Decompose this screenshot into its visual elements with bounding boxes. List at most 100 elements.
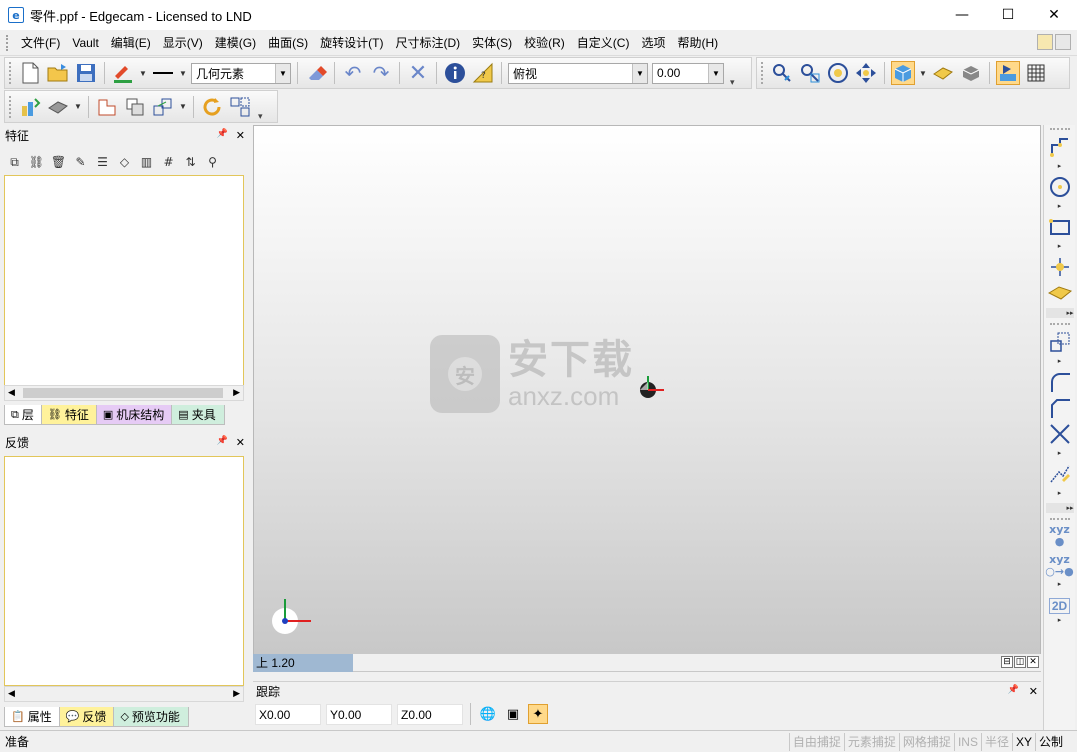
eraser-icon[interactable] <box>304 61 328 85</box>
feedback-list[interactable] <box>4 456 244 686</box>
y-coordinate-field[interactable]: Y0.00 <box>326 703 392 725</box>
close-view-icon[interactable]: ✕ <box>1027 656 1039 668</box>
pin-icon[interactable]: 📌 <box>217 129 228 142</box>
z-coordinate-field[interactable]: Z0.00 <box>397 703 463 725</box>
xyz-input-icon[interactable]: xyz ● <box>1049 524 1070 548</box>
undo-icon[interactable]: ↶ <box>341 61 365 85</box>
menu-customize[interactable]: 自定义(C) <box>571 30 636 56</box>
stack-icon[interactable]: ☰ <box>94 153 111 171</box>
color-dropdown-icon[interactable]: ▼ <box>139 69 147 78</box>
toolbar-grip[interactable] <box>9 62 12 84</box>
menu-rotate-design[interactable]: 旋转设计(T) <box>314 30 389 56</box>
scale-tool-dropdown-icon[interactable]: ▸ <box>1058 355 1062 369</box>
stock-dropdown-icon[interactable]: ▼ <box>74 102 82 111</box>
features-horizontal-scrollbar[interactable]: ◀ ▶ <box>4 385 244 401</box>
open-folder-icon[interactable] <box>46 61 70 85</box>
depth-value-select[interactable]: 0.00 ▼ <box>652 62 724 84</box>
feedback-horizontal-scrollbar[interactable]: ◀ ▶ <box>4 686 244 702</box>
local-coords-icon[interactable]: ▣ <box>503 704 523 724</box>
free-snap-indicator[interactable]: 自由捕捉 <box>788 732 844 751</box>
hash-icon[interactable]: # <box>160 153 177 171</box>
menu-view[interactable]: 显示(V) <box>157 30 209 56</box>
info-icon[interactable] <box>443 61 467 85</box>
zoom-window-icon[interactable] <box>798 61 822 85</box>
new-file-icon[interactable] <box>18 61 42 85</box>
feature-finder-icon[interactable] <box>18 95 42 119</box>
select-move-icon[interactable] <box>770 61 794 85</box>
xyz-relative-icon[interactable]: xyz ○→● <box>1045 554 1073 578</box>
tab-machine-structure[interactable]: ▣ 机床结构 <box>95 405 174 425</box>
chevron-down-icon[interactable]: ▼ <box>708 63 723 83</box>
menu-help[interactable]: 帮助(H) <box>671 30 724 56</box>
toolbar-overflow-icon[interactable]: ▾ <box>730 77 735 88</box>
save-icon[interactable] <box>74 61 98 85</box>
minimize-button[interactable]: — <box>939 0 985 30</box>
stock-icon[interactable] <box>46 95 70 119</box>
datum-icon[interactable] <box>123 95 147 119</box>
menu-grip[interactable] <box>6 34 10 51</box>
toolbar-grip[interactable] <box>9 95 12 118</box>
plane-indicator[interactable]: XY <box>1011 732 1035 751</box>
fixture-icon[interactable] <box>95 95 119 119</box>
menu-file[interactable]: 文件(F) <box>15 30 66 56</box>
menu-vault[interactable]: Vault <box>66 30 104 56</box>
line-style-icon[interactable] <box>151 61 175 85</box>
insert-mode-indicator[interactable]: INS <box>953 732 981 751</box>
chevron-down-icon[interactable]: ▼ <box>632 63 647 83</box>
menu-surface[interactable]: 曲面(S) <box>262 30 314 56</box>
pan-view-icon[interactable] <box>854 61 878 85</box>
graphics-viewport[interactable] <box>253 125 1041 655</box>
trim-tool-icon[interactable] <box>1046 421 1074 447</box>
trash-icon[interactable]: 🗑 <box>50 153 67 171</box>
scroll-right-icon[interactable]: ▶ <box>233 689 240 699</box>
entity-snap-indicator[interactable]: 元素捕捉 <box>843 732 899 751</box>
menu-solid[interactable]: 实体(S) <box>466 30 518 56</box>
2d-dropdown-icon[interactable]: ▸ <box>1058 614 1062 628</box>
rotate-view-icon[interactable] <box>826 61 850 85</box>
scroll-thumb[interactable] <box>23 388 223 398</box>
close-icon[interactable]: ✕ <box>236 129 245 142</box>
refresh-icon[interactable] <box>200 95 224 119</box>
radius-indicator[interactable]: 半径 <box>980 732 1012 751</box>
2d-mode-icon[interactable]: 2D <box>1048 598 1071 614</box>
view-select[interactable]: 俯视 ▼ <box>508 62 648 84</box>
edit-curve-icon[interactable] <box>1046 461 1074 487</box>
menu-dimension[interactable]: 尺寸标注(D) <box>389 30 466 56</box>
stock-display-icon[interactable] <box>931 61 955 85</box>
columns-icon[interactable]: ▥ <box>138 153 155 171</box>
entity-type-select[interactable]: 几何元素 ▼ <box>191 62 291 84</box>
tile-horizontal-icon[interactable]: ⊟ <box>1001 656 1013 668</box>
diamond-icon[interactable]: ◇ <box>116 153 133 171</box>
layout-icon[interactable] <box>228 95 252 119</box>
globe-icon[interactable]: 🌐 <box>478 704 498 724</box>
units-indicator[interactable]: 公制 <box>1034 732 1077 751</box>
toolbar-section-overflow-icon[interactable]: ▸▸ <box>1045 503 1074 513</box>
pin-icon[interactable]: 📌 <box>1008 685 1019 698</box>
delete-icon[interactable]: ✕ <box>406 61 430 86</box>
menu-verify[interactable]: 校验(R) <box>518 30 571 56</box>
transform-dropdown-icon[interactable]: ▼ <box>179 102 187 111</box>
chevron-down-icon[interactable]: ▼ <box>275 63 290 83</box>
measure-icon[interactable]: ? <box>471 61 495 85</box>
pin-icon[interactable] <box>1055 34 1071 50</box>
transform-icon[interactable] <box>151 95 175 119</box>
point-tool-icon[interactable] <box>1046 254 1074 280</box>
line-tool-icon[interactable] <box>1046 134 1074 160</box>
link-icon[interactable]: ⛓ <box>28 153 45 171</box>
tab-feedback[interactable]: 💬 反馈 <box>58 707 116 727</box>
snap-mode-icon[interactable]: ✦ <box>528 704 548 724</box>
close-button[interactable]: ✕ <box>1031 0 1077 30</box>
circle-tool-icon[interactable] <box>1046 174 1074 200</box>
filter-icon[interactable]: ⚲ <box>204 153 221 171</box>
scroll-left-icon[interactable]: ◀ <box>8 689 15 699</box>
section-view-icon[interactable] <box>959 61 983 85</box>
toolbar-section-overflow-icon[interactable]: ▸▸ <box>1045 308 1074 318</box>
tab-preview[interactable]: ◇ 预览功能 <box>113 707 189 727</box>
toolbar-overflow-icon[interactable]: ▾ <box>258 111 263 122</box>
features-tree[interactable] <box>4 175 244 386</box>
tile-vertical-icon[interactable]: ◫ <box>1014 656 1026 668</box>
sort-icon[interactable]: ⇅ <box>182 153 199 171</box>
shading-dropdown-icon[interactable]: ▼ <box>919 69 927 78</box>
chamfer-tool-icon[interactable] <box>1046 395 1074 421</box>
menu-geometry[interactable]: 建模(G) <box>209 30 262 56</box>
